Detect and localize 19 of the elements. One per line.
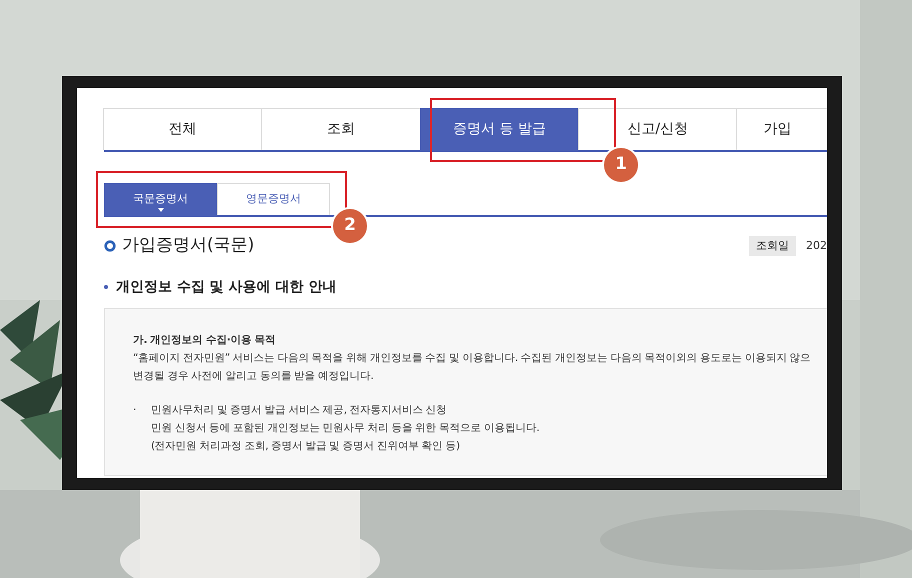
notice-text: 민원사무처리 및 증명서 발급 서비스 제공, 전자통지서비스 신청	[151, 402, 448, 418]
sub-tab[interactable]: 영문증명서	[217, 183, 330, 215]
notice-text: (전자민원 처리과정 조회, 증명서 발급 및 증명서 진위여부 확인 등)	[151, 438, 461, 454]
ring-icon	[104, 240, 116, 252]
bullet-icon	[104, 285, 108, 289]
notice-text: “홈페이지 전자민원” 서비스는 다음의 목적을 위해 개인정보를 수집 및 이용합니다. 수집된 개인정보는 다음의 목적이외의 용도로는 이용되지 않으	[133, 350, 812, 366]
page-title: 가입증명서(국문)	[122, 234, 254, 257]
nav-tab[interactable]: 전체	[103, 108, 262, 150]
sub-tab[interactable]: 국문증명서	[104, 183, 217, 215]
notice-heading: 가. 개인정보의 수집·이용 목적	[133, 332, 276, 348]
date-value: 202	[806, 238, 827, 254]
bullet-mark: ·	[133, 402, 137, 418]
notice-text: 민원 신청서 등에 포함된 개인정보는 민원사무 처리 등을 위한 목적으로 이용됩니다.	[151, 420, 540, 436]
nav-tab[interactable]: 신고/신청	[578, 108, 738, 150]
section-title: 개인정보 수집 및 사용에 대한 안내	[116, 278, 336, 296]
caret-icon	[158, 208, 164, 212]
nav-tab[interactable]: 증명서 등 발급	[420, 108, 580, 150]
notice-text: 변경될 경우 사전에 알리고 동의를 받을 예정입니다.	[133, 368, 374, 384]
date-label: 조회일	[749, 236, 796, 256]
